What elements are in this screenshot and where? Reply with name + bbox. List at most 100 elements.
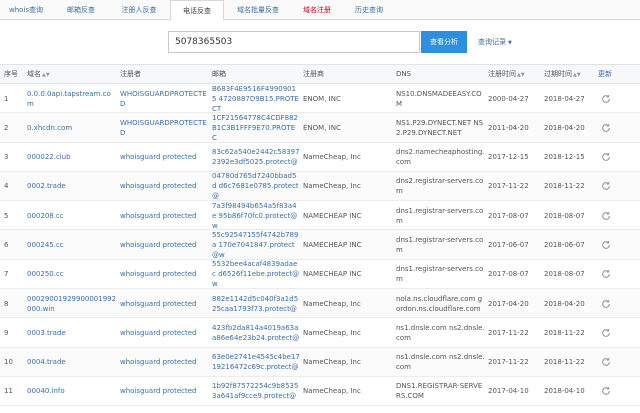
tab-domain-register[interactable]: 域名注册: [292, 0, 342, 20]
tab-whois[interactable]: whois查询: [0, 0, 52, 20]
email-link[interactable]: 04780d765d7240bbad5d d6c7681e0785.protec…: [212, 172, 300, 201]
registrant-link[interactable]: whoisguard protected: [120, 357, 196, 367]
tab-domain-batch-reverse[interactable]: 域名批量反查: [226, 0, 290, 20]
email-link[interactable]: 1CF21564778C4CDF882 B1C3B1FFF9E70.PROTEC: [212, 113, 300, 142]
registrant-link[interactable]: whoisguard protected: [120, 269, 196, 279]
registrant-link[interactable]: WHOISGUARDPROTECTED: [120, 89, 208, 109]
view-analysis-button[interactable]: 查看分析: [421, 31, 467, 53]
query-history-label: 查询记录: [478, 38, 506, 46]
registrar-text: NameCheap, Inc: [303, 328, 361, 337]
row-index: 5: [4, 211, 9, 220]
tab-history[interactable]: 历史查询: [344, 0, 394, 20]
expires-date-cell: 2018-04-20: [544, 289, 594, 318]
created-date: 2017-11-22: [488, 328, 529, 337]
col-header-update[interactable]: 更新: [598, 65, 614, 85]
registrar-text: NAMECHEAP INC: [303, 211, 362, 220]
refresh-button[interactable]: [598, 230, 614, 259]
refresh-icon: [602, 153, 610, 161]
table-row: 5 000208.cc whoisguard protected 7a3f98494b…: [0, 201, 640, 231]
refresh-button[interactable]: [598, 289, 614, 318]
domain-link[interactable]: 0003.trade: [27, 328, 66, 338]
email-link[interactable]: B683F4E9516F49909015 4720887D9B15.PROTEC…: [212, 84, 300, 113]
refresh-button[interactable]: [598, 377, 614, 406]
table-row: 11 00040.info whoisguard protected 1b92f875…: [0, 377, 640, 407]
registrant-link[interactable]: whoisguard protected: [120, 386, 196, 396]
row-index: 10: [4, 358, 13, 367]
domain-link[interactable]: 000208.cc: [27, 211, 64, 221]
expires-date: 2018-12-15: [544, 153, 585, 162]
refresh-button[interactable]: [598, 172, 614, 201]
email-link[interactable]: 83c62a540e2442c58397 2392e3df5025.protec…: [212, 147, 300, 167]
expires-date: 2018-11-22: [544, 358, 585, 367]
refresh-button[interactable]: [598, 113, 614, 142]
expires-date: 2018-06-07: [544, 240, 585, 249]
created-date-cell: 2017-12-15: [488, 143, 538, 172]
email-link[interactable]: 882e1142d5c040f3a1d5 25caa1793f73.protec…: [212, 294, 300, 314]
created-date: 2000-04-27: [488, 94, 529, 103]
tab-registrant-reverse[interactable]: 注册人反查: [110, 0, 168, 20]
refresh-button[interactable]: [598, 201, 614, 230]
registrant-link[interactable]: whoisguard protected: [120, 328, 196, 338]
email-link[interactable]: 5532bee4acaf4839adaec d6526f11ebe.protec…: [212, 260, 300, 289]
domain-link[interactable]: 00040.info: [27, 386, 65, 396]
refresh-button[interactable]: [598, 318, 614, 347]
query-history-link[interactable]: 查询记录 ▼: [478, 31, 512, 53]
registrar-text-cell: NAMECHEAP INC: [303, 230, 393, 259]
registrant-link[interactable]: whoisguard protected: [120, 181, 196, 191]
dns-text-cell: dns1.registrar-servers.com: [396, 201, 486, 230]
domain-link[interactable]: 000245.cc: [27, 240, 64, 250]
expires-date: 2018-04-20: [544, 123, 585, 132]
domain-link[interactable]: 00029001929900001992 000.win: [27, 294, 117, 314]
refresh-button[interactable]: [598, 348, 614, 377]
table-row: 1 0.0.0.0api.tapstream.com WHOISGUARDPROTE…: [0, 84, 640, 114]
domain-link[interactable]: 000250.cc: [27, 269, 64, 279]
created-date-cell: 2011-04-20: [488, 113, 538, 142]
email-link[interactable]: 55c92547155f4742b789a 170e7041847.protec…: [212, 230, 300, 259]
refresh-button[interactable]: [598, 260, 614, 289]
expires-date: 2018-04-10: [544, 387, 585, 396]
table-row: 2 0.xhcdn.com WHOISGUARDPROTECTED 1CF215647…: [0, 113, 640, 143]
registrant-link[interactable]: whoisguard protected: [120, 299, 196, 309]
email-link[interactable]: 63e0e2741e4545c4be17 19216472c69c.protec…: [212, 352, 300, 372]
table-row: 7 000250.cc whoisguard protected 5532bee4ac…: [0, 260, 640, 290]
col-header-expires[interactable]: 过期时间▲▼: [544, 65, 594, 85]
expires-date: 2018-08-07: [544, 270, 585, 279]
created-date: 2017-04-20: [488, 299, 529, 308]
created-date: 2011-04-20: [488, 123, 529, 132]
phone-search-input[interactable]: [168, 31, 420, 53]
col-header-created[interactable]: 注册时间▲▼: [488, 65, 538, 85]
registrar-text: NameCheap, Inc: [303, 299, 361, 308]
refresh-icon: [602, 328, 610, 337]
refresh-button[interactable]: [598, 84, 614, 113]
email-link[interactable]: 1b92f87572254c9b8535 3a641af9cce9.protec…: [212, 381, 300, 401]
registrant-link[interactable]: whoisguard protected: [120, 211, 196, 221]
domain-link[interactable]: 0.0.0.0api.tapstream.com: [27, 89, 117, 109]
registrant-link[interactable]: WHOISGUARDPROTECTED: [120, 118, 208, 138]
dns-text-cell: NS1.P29.DYNECT.NET NS2.P29.DYNECT.NET: [396, 113, 486, 142]
col-header-registrar: 注册商: [303, 70, 324, 78]
registrar-text-cell: NameCheap, Inc: [303, 289, 393, 318]
registrant-link[interactable]: whoisguard protected: [120, 240, 196, 250]
email-link-cell: 55c92547155f4742b789a 170e7041847.protec…: [212, 230, 300, 259]
registrar-text-cell: NAMECHEAP INC: [303, 201, 393, 230]
registrant-link-cell: whoisguard protected: [120, 348, 208, 377]
expires-date: 2018-08-07: [544, 211, 585, 220]
tab-email-reverse[interactable]: 邮箱反查: [54, 0, 108, 20]
tab-phone-reverse[interactable]: 电话反查: [170, 0, 224, 21]
col-header-domain[interactable]: 域名▲▼: [27, 65, 117, 85]
domain-link[interactable]: 0.xhcdn.com: [27, 123, 72, 133]
refresh-button[interactable]: [598, 143, 614, 172]
domain-link[interactable]: 000022.club: [27, 152, 71, 162]
email-link[interactable]: 7a3f98494b654a5f83a4e 95b86f70fc0.protec…: [212, 201, 300, 230]
email-link[interactable]: 423fb2da814a4019a63a a86e64e23b24.protec…: [212, 323, 300, 343]
domain-link[interactable]: 0002.trade: [27, 181, 66, 191]
expires-date-cell: 2018-11-22: [544, 348, 594, 377]
registrant-link[interactable]: whoisguard protected: [120, 152, 196, 162]
refresh-icon: [602, 211, 610, 220]
expires-date-cell: 2018-12-15: [544, 143, 594, 172]
created-date-cell: 2000-04-27: [488, 84, 538, 113]
domain-link[interactable]: 0004.trade: [27, 357, 66, 367]
created-date-cell: 2017-06-07: [488, 230, 538, 259]
registrant-link-cell: WHOISGUARDPROTECTED: [120, 84, 208, 113]
refresh-icon: [602, 270, 610, 279]
